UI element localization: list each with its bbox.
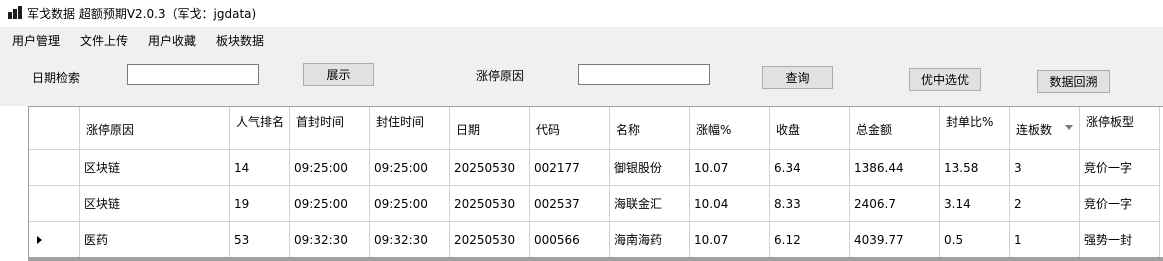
stock-data-grid[interactable]: 涨停原因 人气排名 首封时间 封住时间日期 代码 名称 涨幅% 收盘 总金额 封单比% 连板数 涨停板…: [28, 106, 1163, 261]
cell-streak[interactable]: 2: [1010, 186, 1080, 222]
cell-code[interactable]: 000566: [530, 222, 610, 258]
column-header-label: 名称: [616, 123, 641, 137]
menu-user-favorites[interactable]: 用户收藏: [148, 32, 196, 49]
column-header-first-seal[interactable]: 首封时间: [290, 107, 370, 150]
current-row-arrow-icon: [37, 236, 42, 244]
column-header-label: 总金额: [856, 123, 893, 137]
cell-code[interactable]: 002177: [530, 150, 610, 186]
column-header-label: 涨停板型: [1086, 115, 1135, 129]
cell-seal-ratio[interactable]: 3.14: [940, 186, 1010, 222]
cell-date[interactable]: 20250530: [450, 150, 530, 186]
menu-user-management[interactable]: 用户管理: [12, 32, 60, 49]
column-header-change-pct[interactable]: 涨幅%: [690, 107, 770, 150]
column-header-label: 代码: [536, 123, 561, 137]
column-header-seal-ratio[interactable]: 封单比%: [940, 107, 1010, 150]
search-toolbar: 日期检索 展示 涨停原因 查询 优中选优 数据回溯: [0, 51, 1163, 106]
limit-up-reason-label: 涨停原因: [476, 69, 525, 83]
app-icon: [8, 6, 22, 20]
column-header-label: 人气排名: [236, 115, 285, 129]
column-header-label: 收盘: [776, 123, 801, 137]
cell-board-type[interactable]: 强势一封: [1080, 222, 1160, 258]
cell-name[interactable]: 御银股份: [610, 150, 690, 186]
cell-change-pct[interactable]: 10.07: [690, 222, 770, 258]
column-header-close[interactable]: 收盘: [770, 107, 850, 150]
column-header-amount[interactable]: 总金额: [850, 107, 940, 150]
cell-streak[interactable]: 3: [1010, 150, 1080, 186]
cell-board-type[interactable]: 竞价一字: [1080, 186, 1160, 222]
column-header-popularity[interactable]: 人气排名: [230, 107, 290, 150]
cell-change-pct[interactable]: 10.07: [690, 150, 770, 186]
show-button[interactable]: 展示: [303, 63, 374, 86]
cell-name[interactable]: 海联金汇: [610, 186, 690, 222]
column-header-code[interactable]: 代码: [530, 107, 610, 150]
cell-board-type[interactable]: 竞价一字: [1080, 150, 1160, 186]
column-header-reason[interactable]: 涨停原因: [80, 107, 230, 150]
cell-seal-time[interactable]: 09:25:00: [370, 150, 450, 186]
cell-popularity[interactable]: 53: [230, 222, 290, 258]
limit-up-reason-input[interactable]: [578, 64, 710, 85]
column-header-seal-time[interactable]: 封住时间: [370, 107, 450, 150]
cell-popularity[interactable]: 14: [230, 150, 290, 186]
cell-streak[interactable]: 1: [1010, 222, 1080, 258]
column-header-label: 封住时间: [376, 115, 425, 129]
menu-sector-data[interactable]: 板块数据: [216, 32, 264, 49]
column-header-label: 首封时间: [296, 115, 345, 129]
column-header-label: 涨停原因: [86, 123, 135, 137]
cell-reason[interactable]: 医药: [80, 222, 230, 258]
cell-close[interactable]: 6.34: [770, 150, 850, 186]
data-backtest-button[interactable]: 数据回溯: [1037, 70, 1110, 93]
sort-descending-icon: [1065, 125, 1073, 130]
column-header-name[interactable]: 名称: [610, 107, 690, 150]
column-header-board-type[interactable]: 涨停板型: [1080, 107, 1160, 150]
row-header[interactable]: [29, 150, 80, 186]
cell-code[interactable]: 002537: [530, 186, 610, 222]
cell-first-seal[interactable]: 09:25:00: [290, 150, 370, 186]
cell-seal-time[interactable]: 09:32:30: [370, 222, 450, 258]
cell-change-pct[interactable]: 10.04: [690, 186, 770, 222]
cell-close[interactable]: 8.33: [770, 186, 850, 222]
window-title: 军戈数据 超额预期V2.0.3（军戈：jgdata): [27, 7, 257, 21]
row-header[interactable]: [29, 222, 80, 258]
column-header-date[interactable]: 日期: [450, 107, 530, 150]
column-header-label: 涨幅%: [696, 123, 732, 137]
cell-seal-ratio[interactable]: 13.58: [940, 150, 1010, 186]
column-header-streak[interactable]: 连板数: [1010, 107, 1080, 150]
cell-first-seal[interactable]: 09:25:00: [290, 186, 370, 222]
title-bar: 军戈数据 超额预期V2.0.3（军戈：jgdata): [0, 0, 1163, 26]
horizontal-scrollbar[interactable]: [28, 257, 1163, 261]
cell-amount[interactable]: 2406.7: [850, 186, 940, 222]
cell-close[interactable]: 6.12: [770, 222, 850, 258]
cell-seal-time[interactable]: 09:25:00: [370, 186, 450, 222]
column-header-label: 封单比%: [946, 115, 994, 129]
menu-file-upload[interactable]: 文件上传: [80, 32, 128, 49]
cell-first-seal[interactable]: 09:32:30: [290, 222, 370, 258]
query-button[interactable]: 查询: [762, 66, 833, 89]
cell-date[interactable]: 20250530: [450, 222, 530, 258]
menu-bar: 用户管理 文件上传 用户收藏 板块数据: [0, 27, 1163, 51]
pick-best-button[interactable]: 优中选优: [909, 68, 981, 91]
column-header-label: 日期: [456, 123, 481, 137]
cell-seal-ratio[interactable]: 0.5: [940, 222, 1010, 258]
cell-reason[interactable]: 区块链: [80, 186, 230, 222]
row-header[interactable]: [29, 186, 80, 222]
date-search-label: 日期检索: [32, 71, 81, 85]
date-search-input[interactable]: [127, 64, 259, 85]
cell-date[interactable]: 20250530: [450, 186, 530, 222]
cell-amount[interactable]: 1386.44: [850, 150, 940, 186]
cell-amount[interactable]: 4039.77: [850, 222, 940, 258]
grid-corner-header[interactable]: [29, 107, 80, 150]
cell-reason[interactable]: 区块链: [80, 150, 230, 186]
cell-popularity[interactable]: 19: [230, 186, 290, 222]
cell-name[interactable]: 海南海药: [610, 222, 690, 258]
